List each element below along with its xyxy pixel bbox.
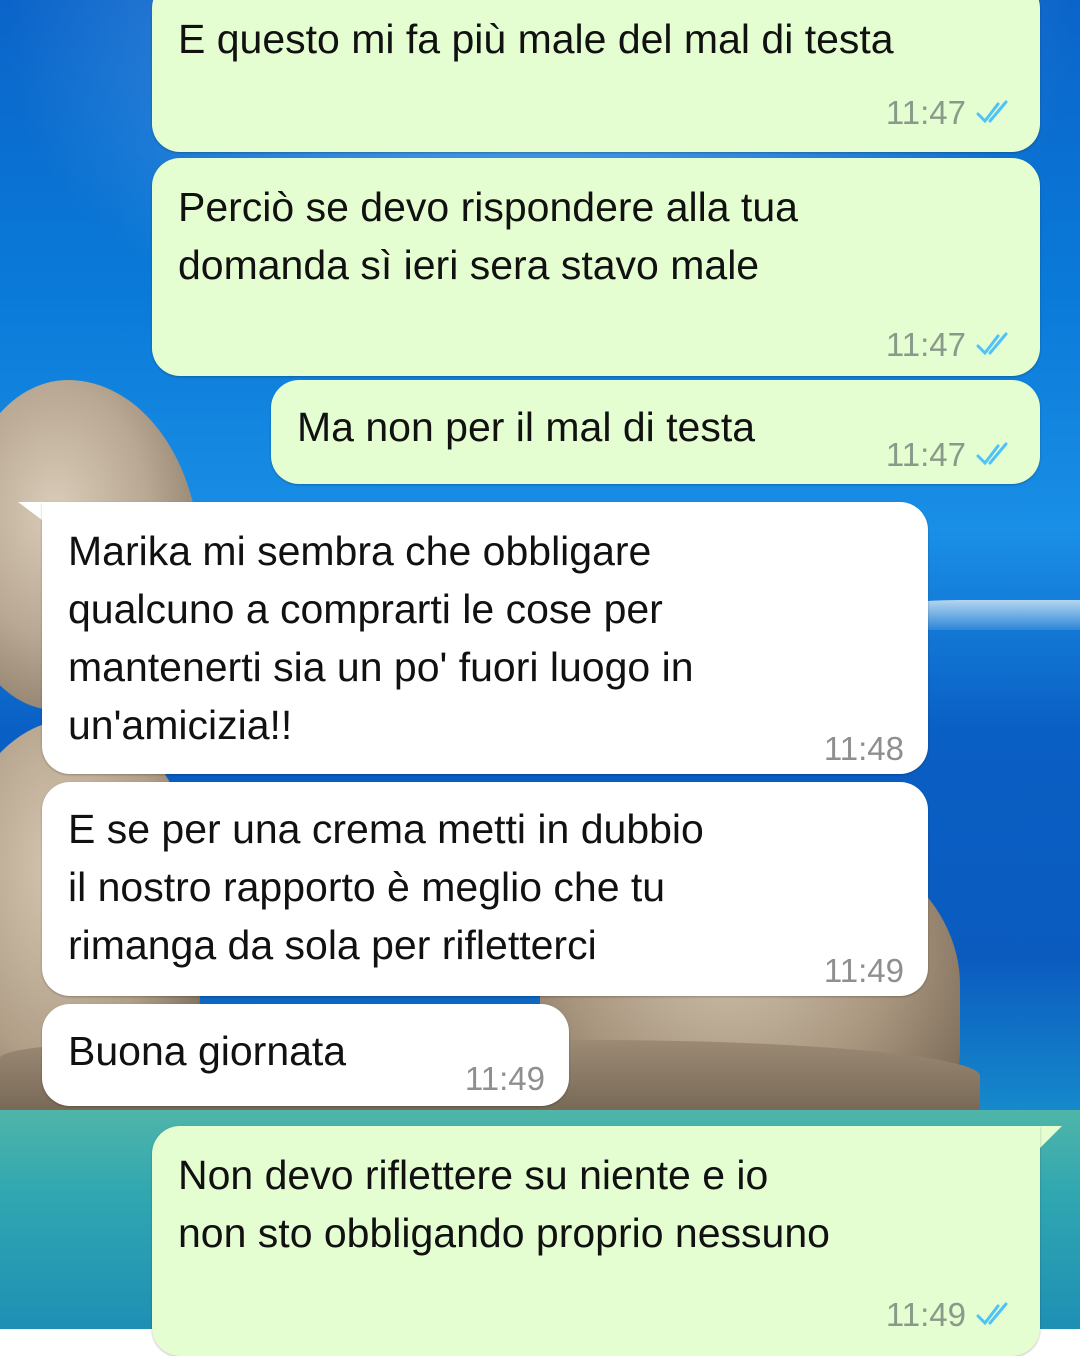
message-bubble-incoming[interactable]: Buona giornata 11:49 <box>42 1004 569 1106</box>
message-bubble-outgoing[interactable]: Non devo riflettere su niente e io non s… <box>152 1126 1040 1356</box>
message-time: 11:48 <box>823 730 904 767</box>
message-time: 11:47 <box>885 94 966 131</box>
double-check-icon <box>976 442 1008 466</box>
message-time: 11:49 <box>823 952 904 989</box>
message-time: 11:47 <box>885 436 966 473</box>
message-meta: 11:49 <box>886 1286 1016 1344</box>
message-text: E questo mi fa più male del mal di testa <box>178 16 894 62</box>
message-bubble-outgoing[interactable]: Ma non per il mal di testa 11:47 <box>271 380 1040 484</box>
message-meta: 11:47 <box>886 84 1016 142</box>
message-meta: 11:47 <box>886 426 1016 484</box>
message-time: 11:49 <box>464 1060 545 1097</box>
message-bubble-outgoing[interactable]: Perciò se devo rispondere alla tua doman… <box>152 158 1040 376</box>
double-check-icon <box>976 100 1008 124</box>
message-text: Perciò se devo rispondere alla tua doman… <box>178 184 798 288</box>
message-meta: 11:49 <box>824 942 904 1000</box>
message-text: Marika mi sembra che obbligare qualcuno … <box>68 528 694 748</box>
message-meta: 11:48 <box>824 720 904 778</box>
message-bubble-outgoing[interactable]: E questo mi fa più male del mal di testa… <box>152 0 1040 152</box>
message-text: Ma non per il mal di testa <box>297 404 756 450</box>
message-text: Non devo riflettere su niente e io non s… <box>178 1152 830 1256</box>
message-bubble-incoming[interactable]: E se per una crema metti in dubbio il no… <box>42 782 928 996</box>
message-bubble-incoming[interactable]: Marika mi sembra che obbligare qualcuno … <box>42 502 928 774</box>
message-time: 11:47 <box>885 326 966 363</box>
message-meta: 11:49 <box>465 1050 545 1108</box>
message-text: E se per una crema metti in dubbio il no… <box>68 806 704 968</box>
double-check-icon <box>976 1302 1008 1326</box>
double-check-icon <box>976 332 1008 356</box>
message-meta: 11:47 <box>886 316 1016 374</box>
message-text: Buona giornata <box>68 1028 347 1074</box>
message-time: 11:49 <box>885 1296 966 1333</box>
